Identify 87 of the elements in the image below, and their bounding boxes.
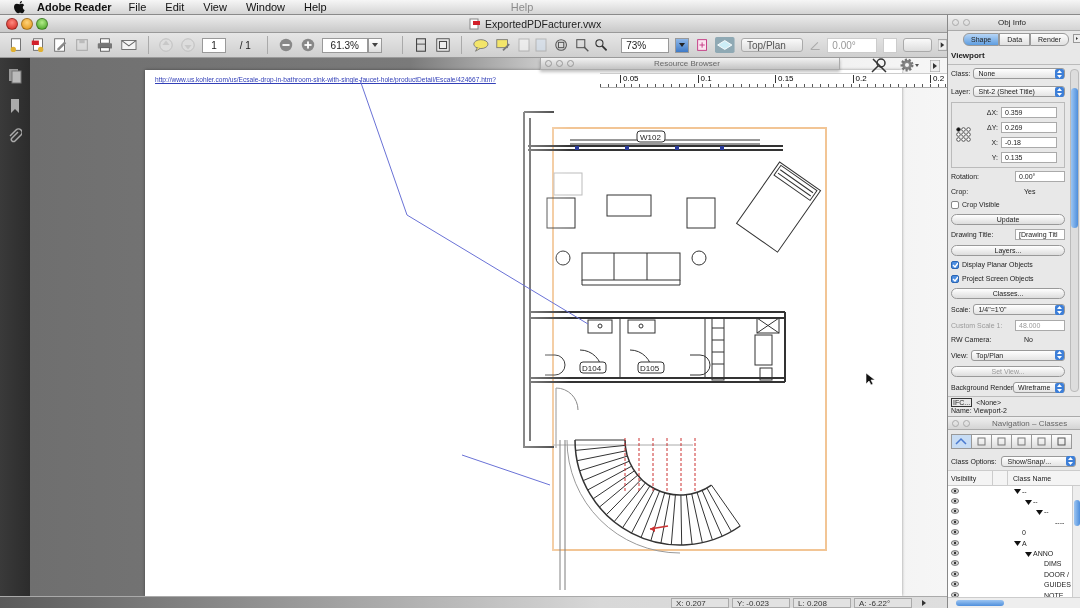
magnifier-icon[interactable] [594,38,608,52]
no-magnifier-icon[interactable] [870,58,888,74]
eye-icon[interactable] [951,591,959,597]
pdf-document-icon[interactable] [30,36,46,54]
anchor-grid-icon[interactable] [955,127,971,143]
eye-icon[interactable] [951,498,959,505]
caret-icon [371,43,378,47]
bookmark-icon[interactable] [9,98,21,114]
palette-title: Navigation – Classes [992,418,1068,428]
print-icon[interactable] [96,36,114,54]
gear-icon[interactable] [898,58,920,74]
scrollbar[interactable] [948,597,1080,608]
menu-item[interactable]: File [128,1,147,13]
ruler-label: 0.1 [697,75,712,83]
disclosure-triangle-icon[interactable] [1025,550,1033,557]
up-down-arrows-icon [1055,350,1064,361]
zoom-area-icon[interactable] [554,37,569,53]
edit-document-icon[interactable] [52,36,68,54]
up-down-arrows-icon [1055,68,1064,79]
close-button[interactable] [6,17,18,30]
status-field: X: 0.207 [671,597,729,608]
plan-label: D104 [582,364,602,373]
palette-title: Obj Info [998,18,1026,27]
checkbox[interactable] [951,274,959,283]
checkbox[interactable] [951,200,959,209]
palette-title: Resource Browser [654,59,720,68]
page-field[interactable]: 1 [202,37,226,53]
up-down-arrows-icon [1055,382,1064,393]
expand-arrow-icon[interactable] [930,60,940,72]
menu-item[interactable]: Window [245,1,286,13]
up-down-arrows-icon [1055,304,1064,315]
up-down-arrows-icon [1055,86,1064,97]
ruler-label: 0.2 [930,75,945,83]
status-field: Y: -0.023 [732,597,790,608]
menu-item[interactable]: Edit [165,1,185,13]
cursor-icon [865,372,876,386]
comment-icon[interactable] [471,36,490,54]
fit-window-icon[interactable] [434,36,451,54]
plan-label: W102 [640,133,661,142]
eye-icon[interactable] [951,581,959,588]
dropdown-button[interactable] [675,37,690,53]
app-name[interactable]: Adobe Reader [37,1,112,13]
disclosure-triangle-icon[interactable] [1025,498,1033,505]
expand-arrow-icon[interactable] [921,598,927,607]
eye-icon[interactable] [951,550,959,557]
attachment-icon[interactable] [8,128,22,144]
menu-item[interactable]: Help [304,1,327,13]
ruler-label: 0.2 [852,75,867,83]
zoom-in-icon[interactable] [299,36,316,54]
highlight-icon[interactable] [495,36,512,54]
window-title: ExportedPDFacturer.vwx [485,17,602,30]
zoom-out-icon[interactable] [277,36,294,54]
checkbox[interactable] [951,261,959,269]
up-down-arrows-icon [1066,456,1075,466]
zoom-button[interactable] [36,17,48,30]
apple-icon[interactable] [14,0,25,14]
status-field: L: 0.208 [793,597,851,608]
status-field: A: -6.22° [854,597,912,608]
plan-label: D105 [640,364,660,373]
pages-icon[interactable] [8,68,22,84]
scrollbar[interactable] [1072,486,1080,597]
layer-icon[interactable] [695,37,710,53]
ruler-label: 0.05 [620,75,639,83]
menu-item[interactable]: View [203,1,227,13]
eye-icon[interactable] [951,529,959,536]
section-heading: Viewport [948,47,1080,65]
zoom-selection-icon[interactable] [574,37,589,53]
eye-icon[interactable] [951,487,959,494]
view-select[interactable]: Top/Plan [741,38,803,52]
zoom-field[interactable]: 73% [621,37,670,53]
minimize-button[interactable] [21,17,33,30]
caret-icon [679,43,686,47]
input-field[interactable] [883,37,897,53]
pdf-file-icon[interactable] [469,17,481,30]
eye-icon[interactable] [951,539,959,546]
eye-icon[interactable] [951,560,959,567]
ruler-label: 0.15 [775,75,794,83]
disclosure-triangle-icon[interactable] [1014,488,1022,495]
zoom-field[interactable]: 61.3% [321,37,368,53]
eye-icon[interactable] [951,508,959,515]
expand-arrow-icon[interactable] [938,39,948,51]
disclosure-triangle-icon[interactable] [1036,508,1044,515]
disclosure-triangle-icon[interactable] [1014,540,1022,547]
eye-icon[interactable] [951,570,959,577]
eye-icon[interactable] [951,518,959,525]
page-count: / 1 [239,39,251,51]
scrollbar[interactable] [1070,69,1079,392]
